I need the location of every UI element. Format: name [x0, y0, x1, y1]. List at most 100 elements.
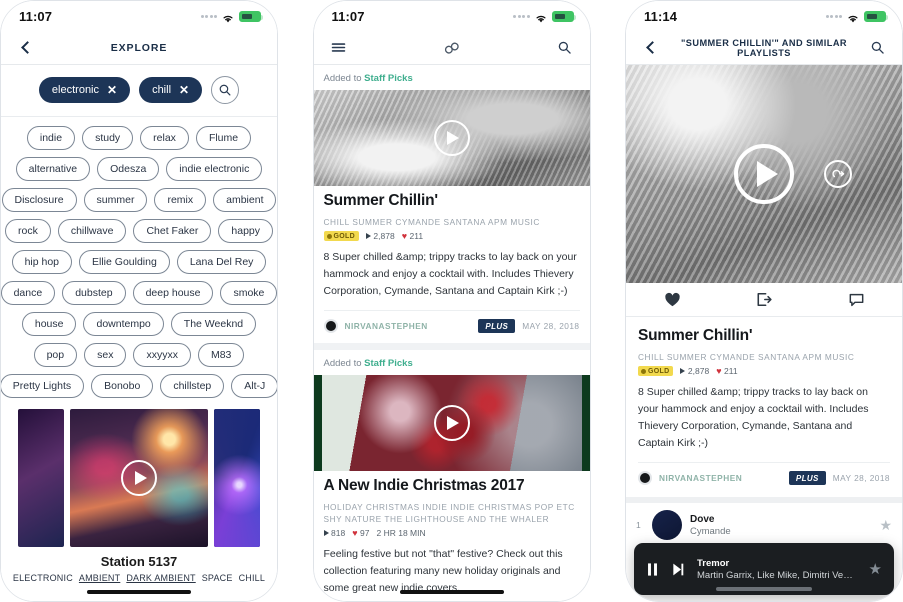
status-bar: 11:07	[1, 1, 277, 31]
playlist-stats: GOLD 2,878 ♥ 211	[323, 231, 580, 242]
play-icon[interactable]	[433, 405, 470, 442]
track-artist: Cymande	[690, 525, 731, 537]
cover-image[interactable]	[313, 375, 590, 472]
tag-chip[interactable]: indie	[26, 126, 76, 150]
station-tag[interactable]: SPACE	[202, 573, 233, 583]
play-icon[interactable]	[433, 120, 470, 156]
tag-row: house downtempo The Weeknd	[9, 312, 269, 336]
tag-chip[interactable]: hip hop	[11, 250, 73, 274]
shuffle-icon[interactable]	[824, 160, 853, 188]
author-name[interactable]: NIRVANASTEPHEN	[659, 473, 742, 483]
page-title: "SUMMER CHILLIN'" AND SIMILAR PLAYLISTS	[680, 37, 847, 58]
track-list[interactable]: 1 Dove Cymande ★ Tremor Martin Garrix, L…	[626, 503, 902, 601]
next-track-icon[interactable]	[671, 562, 685, 577]
avatar[interactable]	[323, 319, 338, 334]
tag-chip[interactable]: rock	[5, 219, 51, 243]
tag-row: Pretty Lights Bonobo chillstep Alt-J	[1, 374, 277, 398]
close-x-icon[interactable]: ✕	[107, 84, 117, 96]
carousel-card-next[interactable]	[214, 409, 260, 547]
tag-chip[interactable]: Chet Faker	[133, 219, 212, 243]
now-playing-bar[interactable]: Tremor Martin Garrix, Like Mike, Dimitri…	[634, 543, 894, 595]
play-icon[interactable]	[121, 460, 157, 496]
station-tag[interactable]: ELECTRONIC	[13, 573, 73, 583]
share-icon[interactable]	[747, 287, 781, 313]
tag-row: pop sex xxyyxx M83	[9, 343, 269, 367]
tag-chip[interactable]: M83	[197, 343, 245, 367]
tag-chip[interactable]: deep house	[132, 281, 214, 305]
search-icon[interactable]	[866, 37, 888, 59]
star-icon[interactable]: ★	[869, 560, 882, 578]
pause-icon[interactable]	[646, 562, 659, 577]
station-tag[interactable]: AMBIENT	[79, 573, 120, 583]
playlist-tags: CHILL SUMMER CYMANDE SANTANA APM MUSIC	[638, 352, 855, 362]
cover-image[interactable]	[313, 90, 590, 186]
collection-link[interactable]: Staff Picks	[364, 73, 413, 84]
tag-chip[interactable]: remix	[154, 188, 207, 212]
added-to-label: Added to Staff Picks	[314, 350, 590, 375]
tag-chip[interactable]: relax	[140, 126, 189, 150]
avatar[interactable]	[638, 471, 652, 486]
status-indicators	[513, 10, 576, 22]
feed-card[interactable]: Added to Staff Picks A New Indie Christm…	[313, 350, 590, 601]
play-count: 2,878	[365, 231, 395, 241]
back-chevron-icon[interactable]	[640, 37, 662, 59]
back-chevron-icon[interactable]	[15, 37, 37, 59]
tag-chip[interactable]: ambient	[213, 188, 277, 212]
tag-chip[interactable]: indie electronic	[166, 157, 263, 181]
tag-chip[interactable]: chillstep	[160, 374, 225, 398]
tag-chip[interactable]: happy	[218, 219, 273, 243]
tag-chip[interactable]: Odesza	[97, 157, 160, 181]
tag-chip[interactable]: pop	[33, 343, 78, 367]
tag-chip[interactable]: dubstep	[62, 281, 126, 305]
hamburger-menu-icon[interactable]	[328, 37, 350, 59]
station-tag[interactable]: CHILL	[239, 573, 266, 583]
carousel-card-current[interactable]	[70, 409, 208, 547]
tag-chip[interactable]: sex	[84, 343, 127, 367]
search-icon[interactable]	[554, 37, 576, 59]
tag-row: indie study relax Flume	[9, 126, 269, 150]
playlist-title[interactable]: A New Indie Christmas 2017	[324, 477, 580, 495]
tag-chip[interactable]: The Weeknd	[170, 312, 257, 336]
carousel-card-prev[interactable]	[18, 409, 64, 547]
feed-list[interactable]: Added to Staff Picks Summer Chillin' CHI…	[313, 65, 590, 601]
station-name: Station 5137	[100, 554, 178, 569]
track-meta: Dove Cymande	[690, 514, 871, 537]
tag-chip[interactable]: Pretty Lights	[1, 374, 85, 398]
tag-chip[interactable]: Alt-J	[231, 374, 277, 398]
carousel-row[interactable]	[1, 409, 277, 547]
tag-chip[interactable]: chillwave	[57, 219, 127, 243]
tag-chip[interactable]: xxyyxx	[133, 343, 191, 367]
author-name[interactable]: NIRVANASTEPHEN	[345, 321, 428, 331]
tag-chip[interactable]: Bonobo	[91, 374, 154, 398]
close-x-icon[interactable]: ✕	[179, 84, 189, 96]
filter-chip-electronic[interactable]: electronic ✕	[38, 77, 131, 103]
station-carousel: Station 5137 ELECTRONIC AMBIENT DARK AMBIE…	[1, 405, 277, 601]
selected-filter-chips: electronic ✕ chill ✕	[1, 65, 277, 117]
comment-icon[interactable]	[839, 287, 873, 313]
tag-chip[interactable]: downtempo	[83, 312, 164, 336]
tag-chip[interactable]: study	[82, 126, 134, 150]
search-icon[interactable]	[211, 76, 240, 104]
tag-chip[interactable]: Flume	[195, 126, 252, 150]
tag-chip[interactable]: Lana Del Rey	[176, 250, 267, 274]
star-icon[interactable]: ★	[879, 517, 892, 534]
wifi-icon	[846, 11, 860, 22]
like-heart-icon[interactable]	[655, 287, 689, 313]
tag-chip[interactable]: house	[21, 312, 77, 336]
playlist-title[interactable]: Summer Chillin'	[324, 192, 580, 210]
tag-cloud: indie study relax Flume alternative Odesza ind…	[1, 117, 277, 405]
tag-chip[interactable]: summer	[83, 188, 148, 212]
collection-link[interactable]: Staff Picks	[364, 358, 413, 369]
tag-chip[interactable]: Ellie Goulding	[79, 250, 170, 274]
filter-chip-chill[interactable]: chill ✕	[139, 77, 203, 103]
tag-chip[interactable]: dance	[1, 281, 56, 305]
tag-chip[interactable]: Disclosure	[1, 188, 77, 212]
infinity-logo-icon	[350, 40, 554, 56]
track-row[interactable]: 1 Dove Cymande ★	[626, 503, 902, 547]
feed-card[interactable]: Added to Staff Picks Summer Chillin' CHI…	[313, 65, 590, 344]
station-tag[interactable]: DARK AMBIENT	[126, 573, 195, 583]
play-icon[interactable]	[734, 144, 794, 204]
cover-image[interactable]	[626, 65, 902, 283]
tag-chip[interactable]: alternative	[15, 157, 91, 181]
tag-chip[interactable]: smoke	[220, 281, 277, 305]
